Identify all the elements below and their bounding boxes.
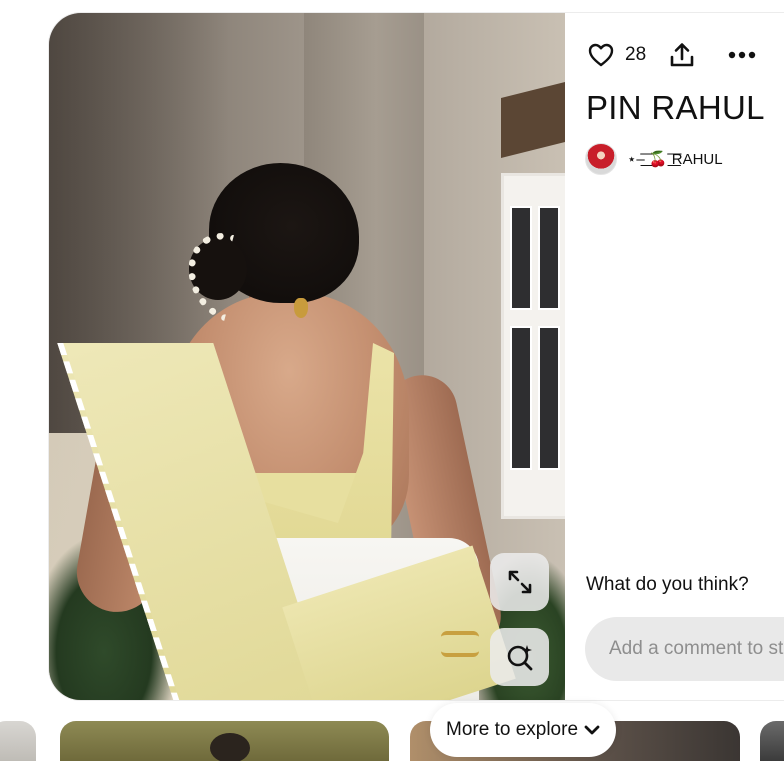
related-pin-thumbnail[interactable] bbox=[760, 721, 784, 761]
pin-title: PIN RAHUL bbox=[586, 89, 765, 126]
expand-button[interactable] bbox=[490, 553, 549, 611]
more-to-explore-label: More to explore bbox=[446, 719, 579, 740]
comment-box[interactable] bbox=[585, 617, 784, 681]
creator-name[interactable]: ⋆–͟͟͞͞ 🍒 ͟͟͞͞RAHUL bbox=[627, 150, 723, 168]
chevron-down-icon bbox=[584, 725, 600, 735]
pin-closeup-card: 28 PIN RAHUL ⋆–͟͟͞͞ 🍒 ͟͟͞͞RAHUL What do … bbox=[49, 13, 784, 700]
heart-icon bbox=[588, 43, 614, 67]
pin-action-bar: 28 bbox=[585, 39, 758, 71]
more-to-explore-button[interactable]: More to explore bbox=[430, 703, 617, 757]
pin-image[interactable] bbox=[49, 13, 565, 700]
more-options-button[interactable] bbox=[726, 39, 758, 71]
avatar[interactable] bbox=[585, 143, 617, 175]
creator-info: ⋆–͟͟͞͞ 🍒 ͟͟͞͞RAHUL bbox=[585, 143, 723, 175]
share-icon bbox=[670, 43, 694, 67]
ellipsis-icon bbox=[728, 51, 756, 59]
visual-search-button[interactable] bbox=[490, 628, 549, 686]
comment-input[interactable] bbox=[607, 637, 784, 661]
share-button[interactable] bbox=[666, 39, 698, 71]
like-button[interactable] bbox=[585, 39, 617, 71]
pin-details-panel: 28 PIN RAHUL ⋆–͟͟͞͞ 🍒 ͟͟͞͞RAHUL What do … bbox=[565, 13, 784, 700]
visual-search-icon bbox=[507, 645, 532, 671]
expand-icon bbox=[508, 570, 531, 594]
like-count: 28 bbox=[625, 44, 647, 65]
related-pin-thumbnail[interactable] bbox=[60, 721, 389, 761]
comments-heading: What do you think? bbox=[586, 574, 749, 595]
pin-photo bbox=[49, 13, 565, 700]
related-pin-thumbnail[interactable] bbox=[0, 721, 36, 761]
